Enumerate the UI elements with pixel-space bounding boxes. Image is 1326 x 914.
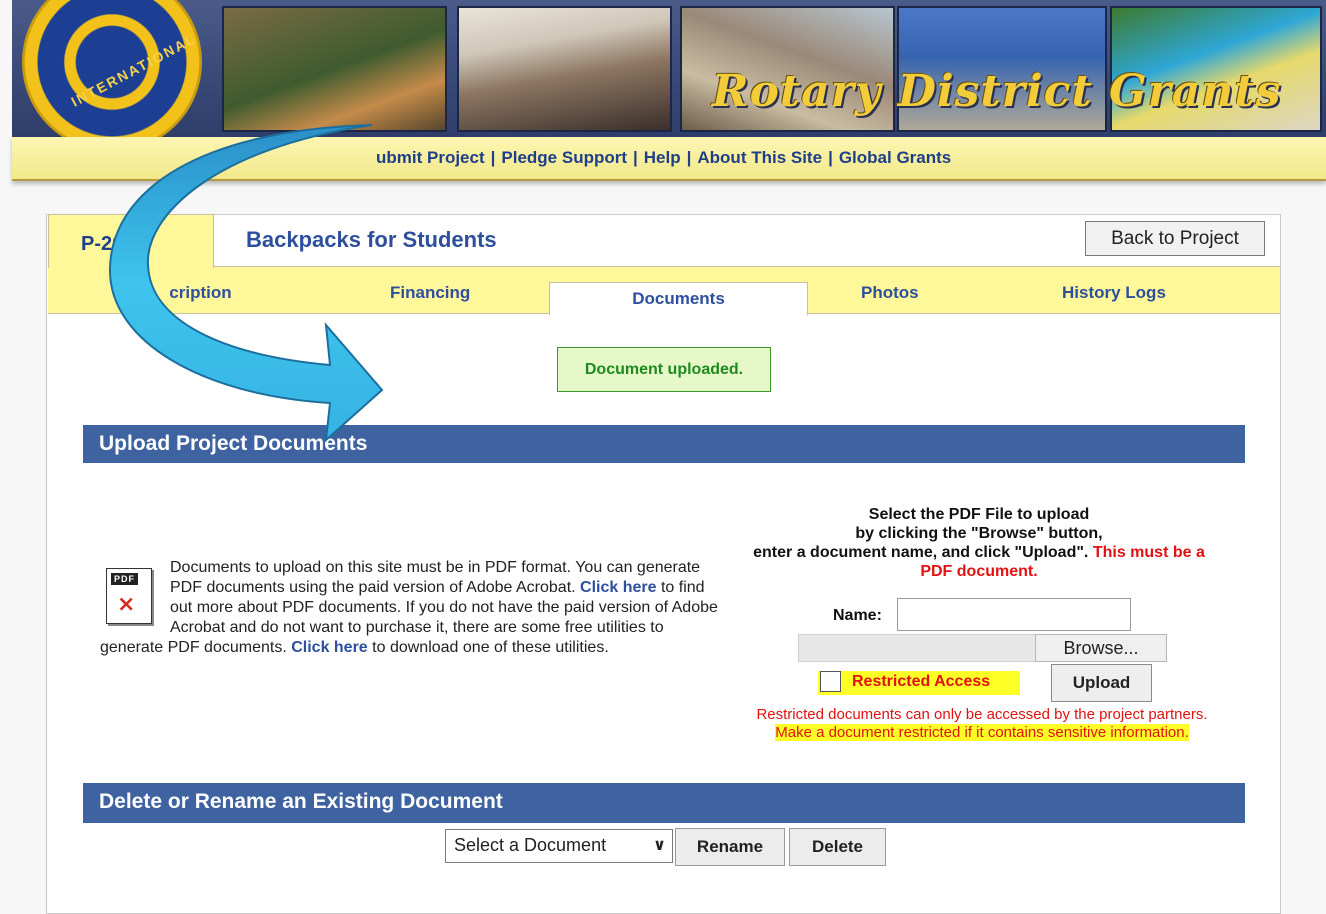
upload-section-heading: Upload Project Documents — [83, 425, 1245, 463]
nav-links: ubmit Project | Pledge Support | Help | About … — [376, 148, 951, 168]
pdf-utility-link[interactable]: Click here — [291, 639, 367, 656]
rotary-emblem-icon — [22, 0, 202, 137]
nav-about-this-site[interactable]: About This Site — [697, 148, 822, 167]
instr-line3: enter a document name, and click "Upload… — [753, 544, 1089, 561]
project-title: Backpacks for Students — [246, 227, 497, 252]
pdf-info-text: Documents to upload on this site must be… — [100, 558, 720, 658]
document-select-value: Select a Document — [454, 835, 607, 855]
nav-global-grants[interactable]: Global Grants — [839, 148, 951, 167]
nav-help[interactable]: Help — [644, 148, 681, 167]
instr-line2: by clicking the "Browse" button, — [855, 525, 1103, 542]
tab-photos[interactable]: Photos — [861, 283, 919, 303]
pdf-info-link[interactable]: Click here — [580, 579, 656, 596]
banner-photo-check — [457, 6, 672, 132]
document-select[interactable]: Select a Document ∨ — [445, 829, 673, 863]
pdf-info-part3: to download one of these utilities. — [372, 639, 609, 656]
tab-history-logs[interactable]: History Logs — [1062, 283, 1166, 303]
tab-description[interactable]: Dcription — [141, 283, 232, 303]
delete-button[interactable]: Delete — [789, 828, 886, 866]
restricted-note-text: Restricted documents can only be accesse… — [756, 706, 1208, 723]
name-label: Name: — [833, 607, 882, 624]
nav-separator: | — [633, 148, 638, 167]
banner-photo-village — [222, 6, 447, 132]
delete-section-heading: Delete or Rename an Existing Document — [83, 783, 1245, 823]
nav-pledge-support[interactable]: Pledge Support — [501, 148, 627, 167]
main-nav: ubmit Project | Pledge Support | Help | About … — [12, 137, 1326, 181]
site-banner: INTERNATIONAL Rotary District Grants — [12, 0, 1326, 137]
restricted-access-label: Restricted Access — [852, 673, 991, 690]
tab-description-label-start: D — [141, 283, 154, 302]
tab-documents[interactable]: Documents — [549, 282, 808, 316]
file-path-field[interactable] — [798, 634, 1036, 662]
nav-submit-project[interactable]: ubmit Project — [376, 148, 485, 167]
nav-separator: | — [686, 148, 692, 167]
project-id-tab[interactable]: P-202 — [48, 214, 214, 268]
nav-separator: | — [828, 148, 833, 167]
upload-button[interactable]: Upload — [1051, 664, 1152, 702]
restricted-note-highlight: Make a document restricted if it contain… — [775, 724, 1189, 741]
browse-button[interactable]: Browse... — [1035, 634, 1167, 662]
tab-description-label-end: cription — [169, 283, 232, 302]
document-name-input[interactable] — [897, 598, 1131, 631]
nav-separator: | — [490, 148, 496, 167]
instr-line1: Select the PDF File to upload — [868, 506, 1090, 523]
site-title: Rotary District Grants — [712, 66, 1282, 117]
upload-instructions: Select the PDF File to upload by clickin… — [744, 505, 1214, 581]
chevron-down-icon: ∨ — [653, 837, 666, 854]
restricted-access-checkbox[interactable] — [820, 671, 841, 692]
restricted-note: Restricted documents can only be accesse… — [752, 706, 1212, 742]
upload-success-message: Document uploaded. — [557, 347, 771, 392]
rename-button[interactable]: Rename — [675, 828, 785, 866]
tab-financing[interactable]: Financing — [390, 283, 470, 303]
back-to-project-button[interactable]: Back to Project — [1085, 221, 1265, 256]
